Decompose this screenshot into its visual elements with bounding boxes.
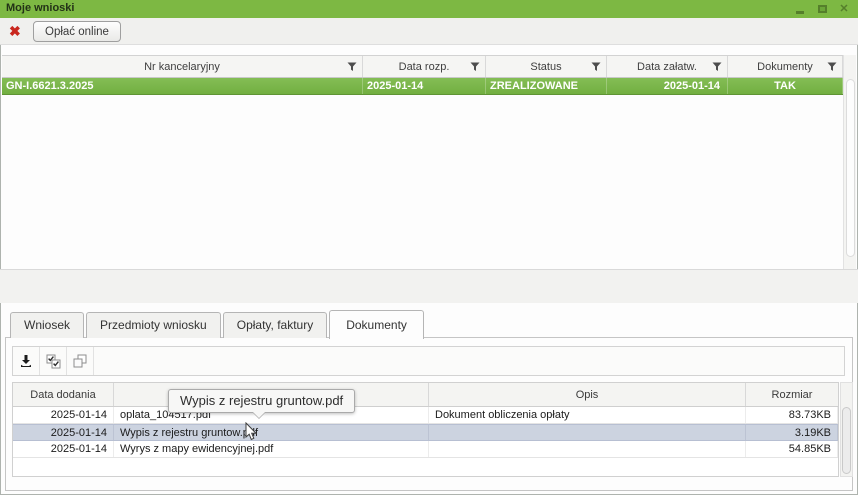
main-toolbar: ✖ Opłać online bbox=[0, 18, 858, 45]
filter-icon[interactable] bbox=[347, 62, 357, 72]
pay-online-button[interactable]: Opłać online bbox=[33, 21, 121, 42]
scrollbar-thumb[interactable] bbox=[846, 79, 855, 257]
column-label: Data załatw. bbox=[637, 61, 697, 73]
filter-icon[interactable] bbox=[591, 62, 601, 72]
column-label: Dokumenty bbox=[757, 61, 813, 73]
documents-scrollbar[interactable] bbox=[840, 382, 853, 477]
filter-icon[interactable] bbox=[827, 62, 837, 72]
select-all-button[interactable] bbox=[40, 347, 67, 375]
maximize-button[interactable] bbox=[816, 3, 828, 15]
cell-dokumenty: TAK bbox=[728, 78, 843, 94]
tab-oplaty-faktury[interactable]: Opłaty, faktury bbox=[223, 312, 327, 338]
maximize-icon bbox=[818, 5, 827, 13]
window-title: Moje wnioski bbox=[6, 2, 74, 14]
cell-size: 54.85KB bbox=[746, 441, 838, 457]
cell-description bbox=[429, 425, 746, 440]
document-row[interactable]: 2025-01-14 oplata_104517.pdf Dokument ob… bbox=[13, 407, 838, 424]
cell-status: ZREALIZOWANE bbox=[486, 78, 607, 94]
cell-name: Wyrys z mapy ewidencyjnej.pdf bbox=[114, 441, 429, 457]
cell-date: 2025-01-14 bbox=[13, 441, 114, 457]
document-row[interactable]: 2025-01-14 Wyrys z mapy ewidencyjnej.pdf… bbox=[13, 441, 838, 458]
minimize-icon bbox=[796, 11, 804, 14]
mouse-cursor bbox=[245, 422, 258, 442]
request-row-selected[interactable]: GN-I.6621.3.2025 2025-01-14 ZREALIZOWANE… bbox=[2, 78, 843, 95]
column-header-dokumenty[interactable]: Dokumenty bbox=[728, 56, 843, 77]
column-header-opis[interactable]: Opis bbox=[429, 383, 746, 406]
cell-description bbox=[429, 441, 746, 457]
minimize-button[interactable] bbox=[794, 3, 806, 15]
pager-bar: 1 20 wierszy 1 - 1 z 1 rekordów ↻ bbox=[0, 269, 858, 303]
cell-description: Dokument obliczenia opłaty bbox=[429, 407, 746, 423]
copy-button[interactable] bbox=[67, 347, 94, 375]
app-window: Moje wnioski ✕ ✖ Opłać online Nr kancela… bbox=[0, 0, 858, 495]
tab-przedmioty-wniosku[interactable]: Przedmioty wniosku bbox=[86, 312, 221, 338]
select-all-icon bbox=[46, 354, 61, 369]
detail-tabs: Wniosek Przedmioty wniosku Opłaty, faktu… bbox=[10, 309, 424, 338]
column-header-data-dodania[interactable]: Data dodania bbox=[13, 383, 114, 406]
download-button[interactable] bbox=[13, 347, 40, 375]
filter-icon[interactable] bbox=[712, 62, 722, 72]
filter-icon[interactable] bbox=[470, 62, 480, 72]
requests-scrollbar[interactable] bbox=[843, 55, 856, 269]
column-header-status[interactable]: Status bbox=[486, 56, 607, 77]
column-header-rozmiar[interactable]: Rozmiar bbox=[746, 383, 838, 406]
download-icon bbox=[19, 354, 33, 368]
scrollbar-thumb[interactable] bbox=[842, 407, 851, 474]
cell-name: Wypis z rejestru gruntow.pdf bbox=[114, 425, 429, 440]
cell-date: 2025-01-14 bbox=[13, 425, 114, 440]
tab-dokumenty[interactable]: Dokumenty bbox=[329, 310, 424, 339]
cell-data-zalatw: 2025-01-14 bbox=[607, 78, 728, 94]
cell-size: 83.73KB bbox=[746, 407, 838, 423]
close-button[interactable]: ✕ bbox=[838, 3, 850, 15]
documents-toolbar bbox=[12, 346, 845, 376]
column-label: Nr kancelaryjny bbox=[144, 61, 220, 73]
document-row-selected[interactable]: 2025-01-14 Wypis z rejestru gruntow.pdf … bbox=[13, 424, 838, 441]
column-header-data-zalatw[interactable]: Data załatw. bbox=[607, 56, 728, 77]
documents-grid: Data dodania Opis Rozmiar 2025-01-14 opl… bbox=[12, 382, 839, 477]
column-label: Data rozp. bbox=[399, 61, 450, 73]
cell-size: 3.19KB bbox=[746, 425, 838, 440]
cell-data-rozp: 2025-01-14 bbox=[363, 78, 486, 94]
column-label: Status bbox=[530, 61, 561, 73]
cell-nr-kancelaryjny: GN-I.6621.3.2025 bbox=[2, 78, 363, 94]
window-titlebar: Moje wnioski ✕ bbox=[0, 0, 858, 18]
tab-wniosek[interactable]: Wniosek bbox=[10, 312, 84, 338]
close-icon: ✕ bbox=[839, 3, 848, 15]
column-header-data-rozp[interactable]: Data rozp. bbox=[363, 56, 486, 77]
close-view-icon[interactable]: ✖ bbox=[9, 23, 21, 40]
filename-tooltip: Wypis z rejestru gruntow.pdf bbox=[168, 389, 355, 413]
cell-date: 2025-01-14 bbox=[13, 407, 114, 423]
window-controls: ✕ bbox=[794, 0, 850, 18]
copy-icon bbox=[73, 354, 87, 368]
documents-grid-header: Data dodania Opis Rozmiar bbox=[13, 383, 838, 407]
requests-grid-header: Nr kancelaryjny Data rozp. Status Data z… bbox=[2, 55, 856, 78]
column-header-nr-kancelaryjny[interactable]: Nr kancelaryjny bbox=[2, 56, 363, 77]
